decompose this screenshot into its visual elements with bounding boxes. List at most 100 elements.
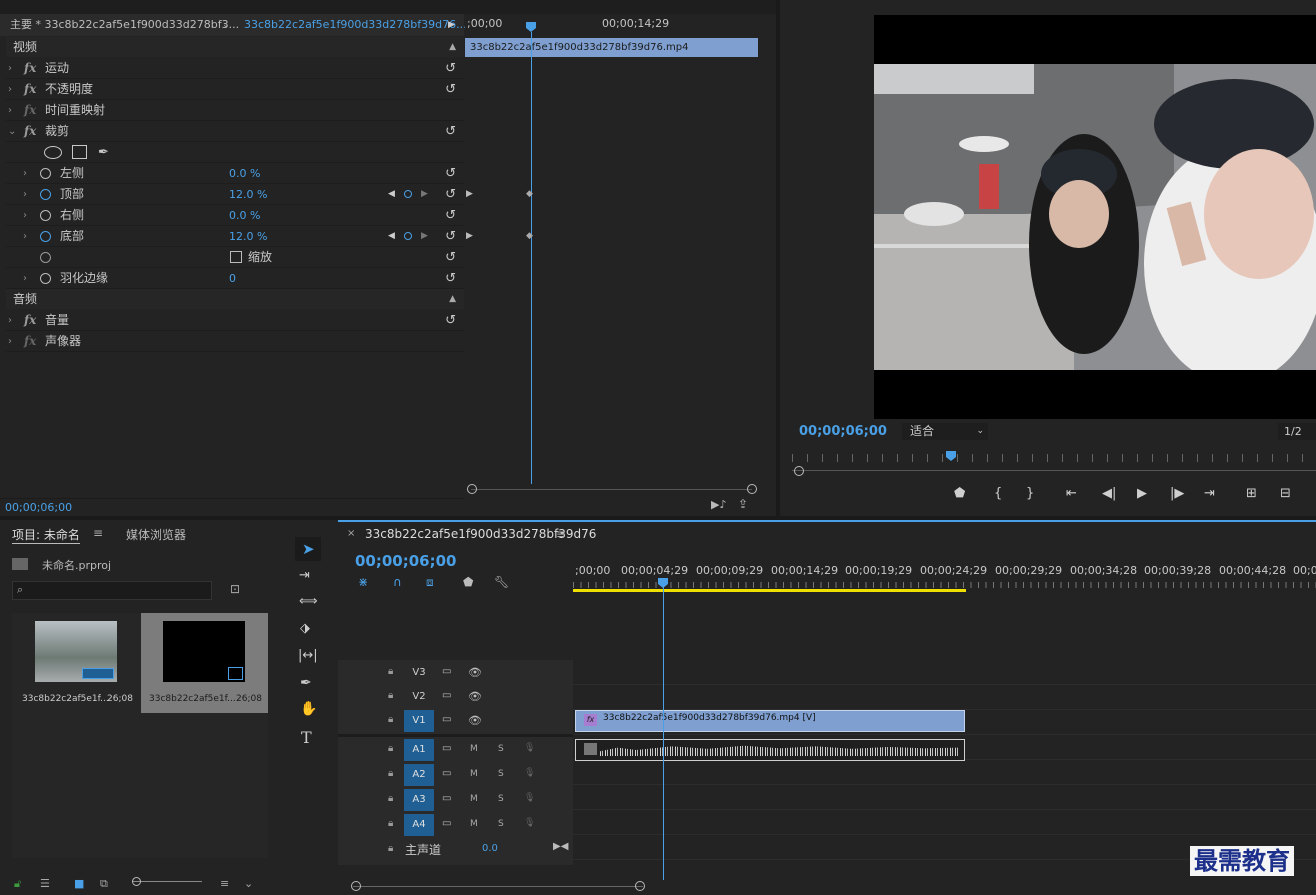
toggle-sync-icon[interactable]: ▭	[442, 768, 451, 779]
work-area-bar[interactable]	[573, 589, 966, 592]
close-icon[interactable]: ×	[347, 528, 355, 539]
freeform-view-icon[interactable]: ⧉	[100, 877, 108, 891]
top-value[interactable]: 12.0 %	[229, 184, 267, 205]
lock-icon[interactable]: 🔒︎	[388, 818, 393, 829]
track-a1[interactable]: 🔒︎ A1 ▭ M S 🎙︎	[338, 738, 573, 762]
lock-icon[interactable]: 🔒︎	[388, 843, 393, 854]
solo-button[interactable]: S	[498, 819, 504, 829]
mic-icon[interactable]: 🎙︎	[524, 793, 535, 803]
mute-button[interactable]: M	[470, 769, 478, 779]
chevron-right-icon[interactable]: ›	[23, 268, 27, 289]
crop-feather-row[interactable]: › 羽化边缘 0 ↺	[6, 268, 464, 289]
fx-icon[interactable]: fx	[24, 58, 36, 79]
reset-icon[interactable]: ↺	[445, 268, 456, 289]
track-a3[interactable]: 🔒︎ A3 ▭ M S 🎙︎	[338, 788, 573, 812]
reset-icon[interactable]: ↺	[445, 184, 456, 205]
timeline-ruler[interactable]: ;00;00 00;00;04;29 00;00;09;29 00;00;14;…	[573, 560, 1316, 592]
solo-button[interactable]: S	[498, 794, 504, 804]
fx-panner-row[interactable]: › fx 声像器	[6, 331, 464, 352]
track-name[interactable]: V2	[404, 686, 434, 708]
stopwatch-icon[interactable]	[40, 210, 51, 221]
rectangle-mask-icon[interactable]	[72, 145, 87, 159]
icon-view-icon[interactable]: ■	[74, 877, 84, 890]
search-input[interactable]: ⌕	[12, 581, 212, 600]
nest-icon[interactable]: ⋇	[358, 575, 368, 589]
panel-menu-icon[interactable]: ≡	[93, 526, 103, 540]
tab-media-browser[interactable]: 媒体浏览器	[126, 526, 186, 543]
wrench-icon[interactable]: 🔧︎	[494, 575, 509, 589]
scroll-handle-right[interactable]	[747, 484, 757, 494]
step-forward-icon[interactable]: |▶	[1170, 486, 1184, 501]
toggle-sync-icon[interactable]: ▭	[442, 690, 451, 701]
collapse-icon[interactable]: ▲	[449, 37, 456, 57]
fx-opacity-row[interactable]: › fx 不透明度 ↺	[6, 79, 464, 100]
reset-icon[interactable]: ↺	[445, 79, 456, 100]
reset-icon[interactable]: ↺	[445, 310, 456, 331]
project-item[interactable]: 33c8b22c2af5e1f... 26;08	[12, 613, 140, 713]
fx-time-remap-row[interactable]: › fx 时间重映射	[6, 100, 464, 121]
reset-icon[interactable]: ↺	[445, 205, 456, 226]
track-lanes[interactable]	[573, 660, 1316, 865]
crop-left-row[interactable]: › 左侧 0.0 % ↺	[6, 163, 464, 184]
chevron-right-icon[interactable]: ›	[23, 184, 27, 205]
lock-icon[interactable]: 🔒︎	[388, 793, 393, 804]
ripple-edit-tool-icon[interactable]: ⟺	[299, 594, 318, 609]
add-keyframe-icon[interactable]	[404, 232, 412, 240]
chevron-right-icon[interactable]: ›	[8, 310, 12, 331]
fx-icon[interactable]: fx	[24, 121, 36, 142]
play-icon[interactable]: ▶	[448, 18, 455, 32]
reset-icon[interactable]: ↺	[445, 247, 456, 268]
clip-bar[interactable]: 33c8b22c2af5e1f900d33d278bf39d76.mp4	[465, 38, 758, 57]
add-marker-icon[interactable]: ⬟	[463, 575, 473, 589]
add-keyframe-icon[interactable]	[404, 190, 412, 198]
fx-volume-row[interactable]: › fx 音量 ↺	[6, 310, 464, 331]
keyframe-diamond-icon[interactable]: ◆	[526, 231, 533, 241]
lock-icon[interactable]: 🔒︎	[388, 768, 393, 779]
snap-icon[interactable]: ∩	[393, 575, 402, 589]
lock-icon[interactable]: 🔒︎	[388, 743, 393, 754]
eye-icon[interactable]: 👁︎	[468, 690, 482, 703]
sort-icon[interactable]: ≡	[220, 877, 229, 890]
playhead-handle[interactable]	[526, 22, 536, 32]
eye-icon[interactable]: 👁︎	[468, 666, 482, 679]
mute-button[interactable]: M	[470, 744, 478, 754]
hand-tool-icon[interactable]: ✋	[300, 701, 317, 717]
stopwatch-icon[interactable]	[40, 189, 51, 200]
add-marker-icon[interactable]: ⬟	[954, 486, 965, 501]
fx-icon[interactable]: fx	[24, 79, 36, 100]
toggle-sync-icon[interactable]: ▭	[442, 818, 451, 829]
linked-selection-icon[interactable]: ⧈	[426, 575, 434, 590]
chevron-right-icon[interactable]: ›	[23, 163, 27, 184]
track-v1[interactable]: 🔒︎ V1 ▭ 👁︎	[338, 709, 573, 733]
extract-icon[interactable]: ⊟	[1280, 486, 1291, 501]
lock-icon[interactable]: 🔒︎	[388, 714, 393, 725]
chevron-right-icon[interactable]: ›	[8, 331, 12, 352]
pen-tool-icon[interactable]: ✒	[300, 675, 312, 691]
scroll-handle-left[interactable]	[351, 881, 361, 891]
step-back-icon[interactable]: ◀|	[1102, 486, 1116, 501]
track-name[interactable]: A3	[404, 789, 434, 811]
keyframe-diamond-icon[interactable]: ◆	[526, 189, 533, 199]
chevron-right-icon[interactable]: ›	[8, 100, 12, 121]
track-name[interactable]: A2	[404, 764, 434, 786]
track-master[interactable]: 🔒︎ 主声道 0.0 ▶◀	[338, 838, 573, 862]
fit-dropdown[interactable]: 适合 ⌄	[902, 423, 988, 440]
slip-tool-icon[interactable]: |↔|	[298, 648, 318, 663]
track-v2[interactable]: 🔒︎ V2 ▭ 👁︎	[338, 685, 573, 709]
stopwatch-icon[interactable]	[40, 231, 51, 242]
chevron-down-icon[interactable]: ⌄	[244, 877, 253, 890]
right-value[interactable]: 0.0 %	[229, 205, 260, 226]
reset-icon[interactable]: ↺	[445, 163, 456, 184]
toggle-sync-icon[interactable]: ▭	[442, 714, 451, 725]
lock-icon[interactable]: 🔒︎	[388, 690, 393, 701]
filter-audio-icon[interactable]: ▶♪	[711, 498, 726, 511]
chevron-right-icon[interactable]: ›	[23, 205, 27, 226]
mute-button[interactable]: M	[470, 819, 478, 829]
toggle-sync-icon[interactable]: ▭	[442, 666, 451, 677]
mic-icon[interactable]: 🎙︎	[524, 743, 535, 753]
video-clip[interactable]: fx 33c8b22c2af5e1f900d33d278bf39d76.mp4 …	[575, 710, 965, 732]
bottom-value[interactable]: 12.0 %	[229, 226, 267, 247]
left-value[interactable]: 0.0 %	[229, 163, 260, 184]
scroll-handle-left[interactable]	[467, 484, 477, 494]
go-to-out-icon[interactable]: ⇥	[1204, 486, 1215, 501]
